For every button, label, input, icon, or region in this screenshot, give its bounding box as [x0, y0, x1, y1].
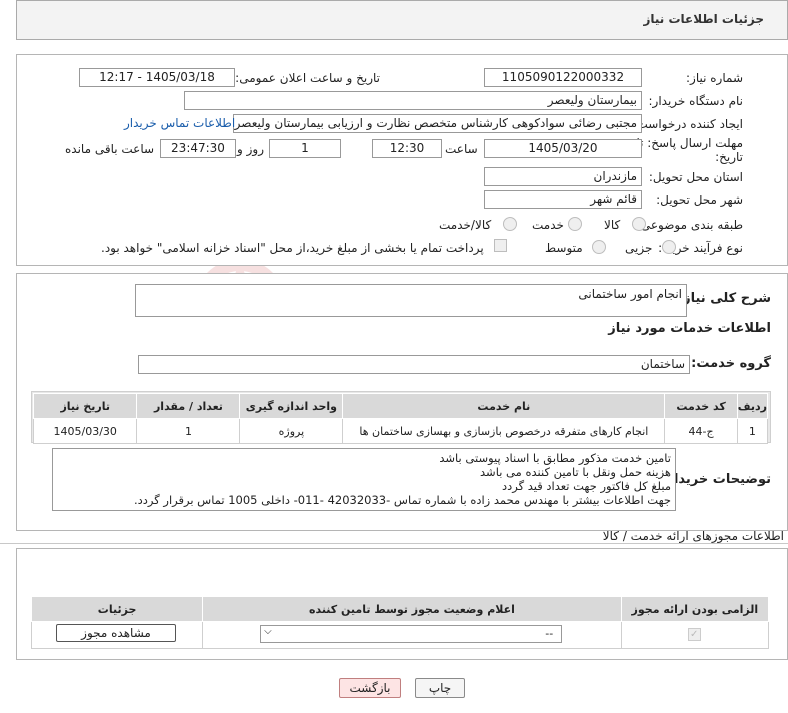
col-header-permit-required: الزامی بودن ارائه مجوز [620, 596, 770, 622]
buyer-notes-textarea: تامین خدمت مذکور مطابق با اسناد پیوستی ب… [52, 448, 676, 511]
permit-status-select[interactable]: -- ⌵ [260, 625, 563, 643]
deadline-date-field: 1405/03/20 [484, 139, 642, 158]
col-header-service-code: کد خدمت [664, 393, 738, 419]
need-number-field: 1105090122000332 [484, 68, 642, 87]
services-title: اطلاعات خدمات مورد نیاز [608, 321, 771, 336]
col-header-permit-details: جزئیات [30, 596, 204, 622]
summary-text: انجام امور ساختمانی [578, 287, 682, 301]
announce-datetime-field: 1405/03/18 - 12:17 [79, 68, 235, 87]
cell-quantity: 1 [136, 418, 241, 444]
permit-required-checkbox[interactable]: ✓ [687, 628, 701, 641]
category-option-goods: کالا [604, 218, 621, 232]
print-button[interactable]: چاپ [415, 678, 465, 698]
view-permit-button[interactable]: مشاهده مجوز [56, 624, 176, 642]
cell-service-name: انجام کارهای متفرقه درخصوص بازسازی و بهس… [342, 418, 666, 444]
buyer-org-field: بیمارستان ولیعصر [184, 91, 642, 110]
summary-textarea: انجام امور ساختمانی [135, 284, 687, 317]
section-divider [0, 543, 788, 544]
services-table: ردیف کد خدمت نام خدمت واحد اندازه گیری ت… [32, 393, 769, 444]
province-label: استان محل تحویل: [648, 170, 743, 184]
table-row: ✓ -- ⌵ مشاهده مجوز [30, 621, 770, 649]
requester-field: مجتبی رضائی سوادکوهی کارشناس متخصص نظارت… [233, 114, 642, 133]
deadline-days-field: 1 [269, 139, 341, 158]
purchase-option-medium: متوسط [545, 241, 583, 255]
treasury-checkbox[interactable] [494, 239, 507, 252]
category-radio-goods[interactable] [632, 217, 646, 231]
permits-section-title: اطلاعات مجوزهای ارائه خدمت / کالا [602, 529, 784, 543]
cell-unit: پروژه [239, 418, 344, 444]
chevron-down-icon: ⌵ [264, 626, 272, 637]
deadline-label-line1: مهلت ارسال پاسخ: تا [636, 136, 743, 150]
col-header-service-name: نام خدمت [342, 393, 666, 419]
purchase-radio-minor[interactable] [662, 240, 676, 254]
deadline-remaining-field: 23:47:30 [160, 139, 236, 158]
details-header: جزئیات اطلاعات نیاز [16, 0, 788, 40]
category-radio-service[interactable] [568, 217, 582, 231]
cell-permit-details: مشاهده مجوز [30, 621, 204, 649]
buyer-org-label: نام دستگاه خریدار: [648, 94, 744, 108]
city-field: قائم شهر [484, 190, 642, 209]
service-group-field: ساختمان [138, 355, 690, 374]
service-group-label: گروه خدمت: [691, 356, 771, 371]
announce-datetime-label: تاریخ و ساعت اعلان عمومی: [235, 71, 380, 85]
category-label: طبقه بندی موضوعی: [636, 218, 743, 232]
deadline-remaining-label: ساعت باقی مانده [65, 142, 155, 156]
col-header-need-date: تاریخ نیاز [32, 393, 138, 419]
permits-table: الزامی بودن ارائه مجوز اعلام وضعیت مجوز … [30, 596, 770, 649]
cell-permit-required: ✓ [620, 621, 770, 649]
purchase-option-minor: جزیی [625, 241, 653, 255]
category-option-service: خدمت [532, 218, 564, 232]
deadline-time-field: 12:30 [372, 139, 442, 158]
cell-row-no: 1 [736, 418, 769, 444]
need-number-label: شماره نیاز: [686, 71, 743, 85]
buyer-contact-link[interactable]: اطلاعات تماس خریدار [124, 116, 235, 130]
cell-service-code: ج-44 [664, 418, 738, 444]
province-field: مازندران [484, 167, 642, 186]
requester-label: ایجاد کننده درخواست: [632, 117, 743, 131]
deadline-time-label: ساعت [445, 142, 478, 156]
col-header-quantity: تعداد / مقدار [136, 393, 241, 419]
purchase-radio-medium[interactable] [592, 240, 606, 254]
city-label: شهر محل تحویل: [656, 193, 743, 207]
page-title: جزئیات اطلاعات نیاز [643, 12, 764, 26]
deadline-label-line2: تاریخ: [715, 150, 743, 164]
col-header-permit-status: اعلام وضعیت مجوز توسط تامین کننده [202, 596, 622, 622]
back-button[interactable]: بازگشت [339, 678, 401, 698]
cell-need-date: 1405/03/30 [32, 418, 138, 444]
deadline-days-label: روز و [237, 142, 264, 156]
col-header-unit: واحد اندازه گیری [239, 393, 344, 419]
summary-label: شرح کلی نیاز: [677, 291, 771, 306]
buyer-notes-label: توضیحات خریدار: [661, 472, 771, 487]
cell-permit-status: -- ⌵ [202, 621, 622, 649]
category-option-goods-service: کالا/خدمت [439, 218, 492, 232]
buyer-note-line: جهت اطلاعات بیشتر با مهندس محمد زاده با … [134, 493, 671, 507]
category-radio-goods-service[interactable] [503, 217, 517, 231]
buyer-note-line: هزینه حمل ونقل با تامین کننده می باشد [480, 465, 671, 479]
table-row: 1 ج-44 انجام کارهای متفرقه درخصوص بازساز… [32, 418, 769, 444]
buyer-note-line: تامین خدمت مذکور مطابق با اسناد پیوستی ب… [439, 451, 671, 465]
col-header-row-no: ردیف [736, 393, 769, 419]
treasury-note: پرداخت تمام یا بخشی از مبلغ خرید،از محل … [101, 241, 484, 255]
buyer-note-line: مبلغ کل فاکتور جهت تعداد قید گردد [502, 479, 671, 493]
permit-status-value: -- [545, 627, 554, 640]
